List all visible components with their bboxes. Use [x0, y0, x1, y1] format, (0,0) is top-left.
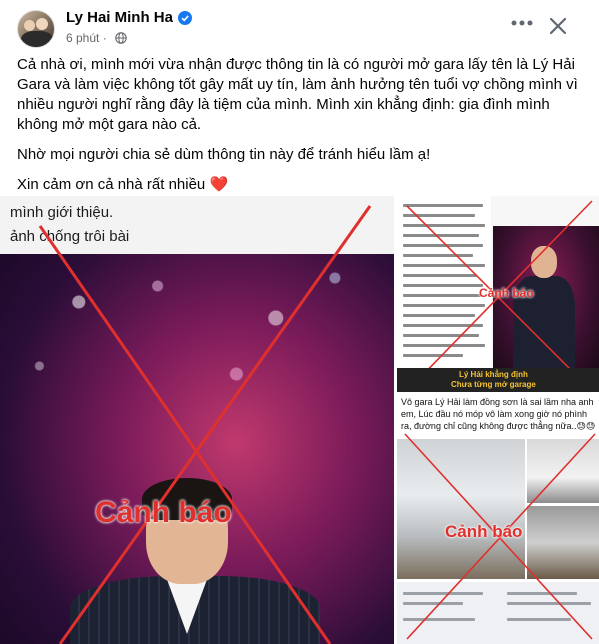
post-text: Cả nhà ơi, mình mới vừa nhận được thông … — [17, 55, 587, 205]
photo-bottom-right[interactable]: Vô gara Lý Hải làm đồng sơn là sai lầm n… — [397, 394, 599, 644]
red-x-mark — [404, 433, 596, 640]
caption-banner: Lý Hải khẳng định Chưa từng mở garage — [397, 368, 599, 392]
warning-stamp: Cảnh báo — [95, 496, 232, 529]
post-meta: 6 phút · — [66, 31, 107, 45]
post-paragraph: Nhờ mọi người chia sẻ dùm thông tin này … — [17, 146, 431, 163]
caption-line-2: Chưa từng mở garage — [451, 380, 536, 389]
post-paragraph-last: Xin cảm ơn cả nhà rất nhiều ❤️ — [17, 175, 587, 195]
post-paragraph-text: Xin cảm ơn cả nhà rất nhiều — [17, 176, 206, 193]
photo-grid: mình giới thiệu. ảnh chống trôi bài Cảnh… — [0, 196, 599, 644]
warning-stamp: Cảnh báo — [445, 522, 523, 541]
heart-icon: ❤️ — [209, 176, 229, 193]
photo-main[interactable]: mình giới thiệu. ảnh chống trôi bài Cảnh… — [0, 196, 394, 644]
more-options-icon[interactable] — [511, 20, 533, 26]
caption-line-1: Lý Hải khẳng định — [459, 370, 528, 379]
verified-badge-icon — [178, 11, 192, 25]
globe-icon — [115, 32, 127, 44]
post-header: Ly Hai Minh Ha 6 phút · — [0, 0, 599, 52]
post-time[interactable]: 6 phút — [66, 31, 99, 45]
red-x-mark — [38, 205, 372, 644]
photo-top-right[interactable]: Cảnh báo Lý Hải khẳng định Chưa từng mở … — [397, 196, 599, 392]
post-paragraph: Cả nhà ơi, mình mới vừa nhận được thông … — [17, 56, 578, 133]
meta-separator: · — [102, 31, 107, 45]
avatar[interactable] — [17, 10, 55, 48]
warning-stamp: Cảnh báo — [479, 286, 534, 300]
close-icon[interactable] — [547, 15, 569, 37]
author-name[interactable]: Ly Hai Minh Ha — [66, 9, 173, 26]
